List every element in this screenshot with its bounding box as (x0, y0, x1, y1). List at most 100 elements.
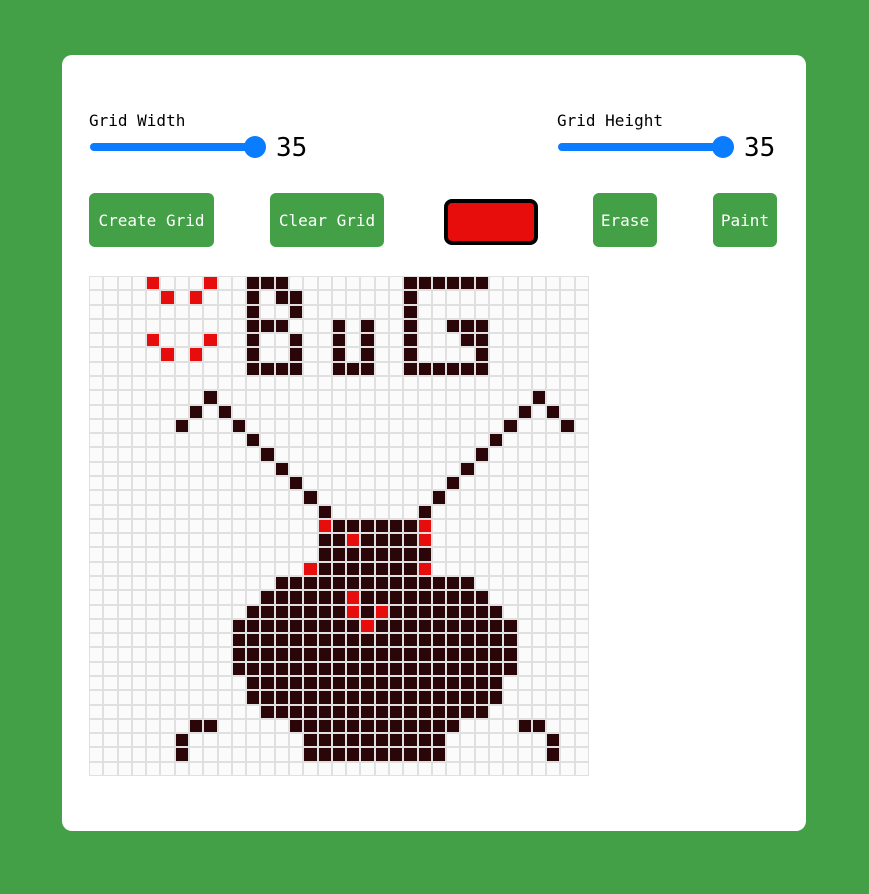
grid-cell[interactable] (575, 348, 588, 361)
grid-cell[interactable] (332, 362, 346, 375)
grid-cell[interactable] (175, 405, 188, 418)
grid-cell[interactable] (261, 534, 274, 547)
grid-cell[interactable] (375, 562, 388, 575)
grid-cell[interactable] (132, 319, 146, 333)
grid-cell[interactable] (347, 548, 360, 561)
grid-cell[interactable] (404, 491, 417, 504)
grid-cell[interactable] (289, 462, 303, 475)
grid-cell[interactable] (147, 491, 160, 504)
grid-cell[interactable] (389, 676, 403, 690)
grid-cell[interactable] (547, 419, 560, 433)
grid-cell[interactable] (561, 462, 574, 475)
grid-cell[interactable] (375, 434, 388, 447)
grid-cell[interactable] (289, 376, 303, 390)
grid-cell[interactable] (575, 548, 588, 561)
grid-cell[interactable] (261, 476, 274, 490)
grid-cell[interactable] (504, 476, 517, 490)
grid-cell[interactable] (247, 419, 260, 433)
grid-cell[interactable] (204, 605, 217, 618)
grid-cell[interactable] (347, 334, 360, 347)
grid-cell[interactable] (261, 691, 274, 704)
grid-cell[interactable] (475, 376, 488, 390)
grid-cell[interactable] (504, 548, 517, 561)
grid-cell[interactable] (318, 719, 331, 733)
grid-cell[interactable] (547, 491, 560, 504)
grid-cell[interactable] (118, 662, 131, 675)
grid-cell[interactable] (447, 662, 460, 675)
grid-cell[interactable] (418, 319, 431, 333)
grid-cell[interactable] (318, 405, 331, 418)
grid-cell[interactable] (132, 648, 146, 661)
grid-cell[interactable] (161, 619, 174, 633)
grid-cell[interactable] (318, 305, 331, 318)
grid-cell[interactable] (318, 634, 331, 647)
grid-cell[interactable] (447, 548, 460, 561)
grid-cell[interactable] (389, 448, 403, 461)
grid-cell[interactable] (575, 305, 588, 318)
grid-cell[interactable] (232, 662, 246, 675)
grid-cell[interactable] (418, 548, 431, 561)
grid-cell[interactable] (489, 648, 503, 661)
grid-cell[interactable] (204, 534, 217, 547)
grid-cell[interactable] (118, 562, 131, 575)
grid-cell[interactable] (118, 519, 131, 533)
grid-cell[interactable] (518, 662, 531, 675)
grid-cell[interactable] (475, 391, 488, 404)
erase-button[interactable]: Erase (593, 193, 657, 247)
grid-cell[interactable] (561, 476, 574, 490)
grid-cell[interactable] (418, 348, 431, 361)
grid-cell[interactable] (318, 662, 331, 675)
grid-cell[interactable] (275, 548, 288, 561)
grid-cell[interactable] (561, 319, 574, 333)
grid-cell[interactable] (532, 319, 546, 333)
grid-cell[interactable] (261, 391, 274, 404)
grid-cell[interactable] (332, 277, 346, 290)
grid-cell[interactable] (118, 576, 131, 590)
grid-cell[interactable] (561, 419, 574, 433)
grid-cell[interactable] (361, 334, 374, 347)
grid-cell[interactable] (90, 462, 103, 475)
grid-cell[interactable] (432, 576, 446, 590)
grid-cell[interactable] (218, 505, 231, 518)
grid-cell[interactable] (247, 505, 260, 518)
grid-cell[interactable] (132, 662, 146, 675)
grid-cell[interactable] (318, 334, 331, 347)
grid-cell[interactable] (547, 719, 560, 733)
grid-cell[interactable] (189, 519, 203, 533)
grid-cell[interactable] (132, 277, 146, 290)
grid-cell[interactable] (90, 605, 103, 618)
grid-cell[interactable] (218, 605, 231, 618)
grid-cell[interactable] (347, 376, 360, 390)
grid-cell[interactable] (118, 605, 131, 618)
grid-cell[interactable] (361, 634, 374, 647)
grid-cell[interactable] (304, 348, 317, 361)
grid-cell[interactable] (132, 591, 146, 604)
grid-cell[interactable] (175, 734, 188, 747)
grid-cell[interactable] (175, 434, 188, 447)
grid-cell[interactable] (432, 705, 446, 718)
grid-cell[interactable] (475, 634, 488, 647)
grid-cell[interactable] (118, 734, 131, 747)
grid-cell[interactable] (347, 648, 360, 661)
grid-cell[interactable] (232, 334, 246, 347)
grid-cell[interactable] (175, 576, 188, 590)
grid-cell[interactable] (432, 605, 446, 618)
grid-cell[interactable] (247, 476, 260, 490)
grid-cell[interactable] (404, 277, 417, 290)
grid-cell[interactable] (318, 362, 331, 375)
grid-cell[interactable] (447, 448, 460, 461)
grid-cell[interactable] (247, 648, 260, 661)
grid-cell[interactable] (389, 605, 403, 618)
grid-cell[interactable] (475, 691, 488, 704)
grid-cell[interactable] (532, 277, 546, 290)
grid-cell[interactable] (404, 534, 417, 547)
grid-cell[interactable] (489, 534, 503, 547)
grid-cell[interactable] (432, 562, 446, 575)
grid-cell[interactable] (304, 748, 317, 761)
grid-cell[interactable] (104, 462, 117, 475)
grid-cell[interactable] (104, 762, 117, 775)
grid-cell[interactable] (90, 491, 103, 504)
grid-cell[interactable] (504, 648, 517, 661)
grid-cell[interactable] (289, 534, 303, 547)
grid-cell[interactable] (575, 491, 588, 504)
